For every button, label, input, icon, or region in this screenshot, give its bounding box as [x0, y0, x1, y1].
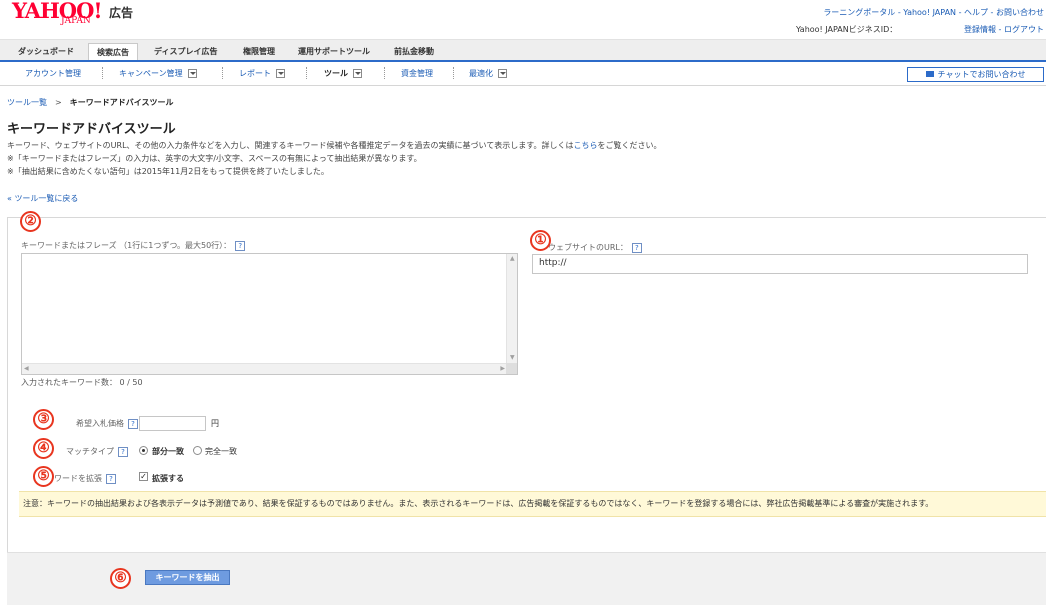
step-2-marker: ② [20, 211, 41, 232]
description-text: をご覧ください。 [597, 141, 662, 150]
breadcrumb: ツール一覧 > キーワードアドバイスツール [7, 97, 173, 108]
url-label: ウェブサイトのURL：? [548, 242, 642, 253]
subnav-report[interactable]: レポート [239, 68, 285, 79]
chat-button-label: チャットでお問い合わせ [937, 70, 1026, 79]
account-links[interactable]: 登録情報 - ログアウト [964, 24, 1044, 35]
description-line-2: ※「キーワードまたはフレーズ」の入力は、英字の大文字/小文字、スペースの有無によ… [7, 154, 422, 163]
subnav-account-management[interactable]: アカウント管理 [25, 68, 81, 79]
subnav-separator [453, 67, 454, 79]
chat-icon [925, 70, 934, 77]
help-icon[interactable]: ? [631, 242, 642, 253]
subnav-separator [306, 67, 307, 79]
logo-product: 広告 [109, 6, 134, 20]
match-exact-radio[interactable] [193, 446, 202, 455]
form-divider [7, 217, 1046, 218]
keyword-label-text: キーワードまたはフレーズ （1行に1つずつ。最大50行）： [21, 241, 232, 250]
step-5-marker: ⑤ [33, 466, 54, 487]
website-url-input[interactable]: http:// [532, 254, 1028, 274]
tab-operation-support[interactable]: 運用サポートツール [290, 43, 378, 61]
tab-display-ads[interactable]: ディスプレイ広告 [146, 43, 225, 61]
breadcrumb-separator: > [55, 98, 62, 107]
help-icon[interactable]: ? [235, 240, 246, 251]
dropdown-icon[interactable] [276, 69, 285, 78]
scroll-up-arrow[interactable]: ▲ [510, 256, 515, 262]
vertical-scrollbar[interactable]: ▲ ▼ [506, 254, 517, 363]
header-links[interactable]: ラーニングポータル - Yahoo! JAPAN - ヘルプ - お問い合わせ [823, 7, 1044, 18]
help-icon[interactable]: ? [118, 446, 128, 457]
keyword-textarea[interactable]: ▲ ▼ ◀ ▶ [21, 253, 518, 375]
match-type-label: マッチタイプ? [66, 446, 128, 457]
subnav-campaign-management[interactable]: キャンペーン管理 [119, 68, 197, 79]
dropdown-icon[interactable] [187, 69, 197, 78]
main-tabs: ダッシュボード 検索広告 ディスプレイ広告 権限管理 運用サポートツール 前払金… [0, 39, 1046, 62]
subnav-label: レポート [239, 69, 271, 78]
step-4-marker: ④ [33, 438, 54, 459]
dropdown-icon[interactable] [353, 69, 362, 78]
expand-checkbox[interactable]: ✓ [139, 472, 148, 481]
scroll-down-arrow[interactable]: ▼ [510, 355, 515, 361]
breadcrumb-current: キーワードアドバイスツール [69, 98, 174, 107]
match-partial-label[interactable]: 部分一致 [152, 446, 184, 457]
yen-unit: 円 [211, 419, 219, 428]
description-text: キーワード、ウェブサイトのURL、その他の入力条件などを入力し、関連するキーワー… [7, 141, 574, 150]
tab-prepayment-transfer[interactable]: 前払金移動 [386, 43, 442, 61]
chat-support-button[interactable]: チャットでお問い合わせ [907, 67, 1044, 82]
extract-keywords-button[interactable]: キーワードを抽出 [145, 570, 230, 585]
subnav-label: ツール [324, 69, 348, 78]
scroll-right-arrow[interactable]: ▶ [500, 366, 505, 372]
logo-sub: JAPAN [61, 16, 91, 26]
business-id-label: Yahoo! JAPANビジネスID： [796, 25, 898, 34]
subnav-label: 資金管理 [401, 69, 433, 78]
bid-price-input[interactable] [139, 416, 206, 431]
subnav-label: 最適化 [469, 69, 493, 78]
keyword-count: 入力されたキーワード数： 0 / 50 [21, 378, 143, 387]
sub-nav: アカウント管理 キャンペーン管理 レポート ツール 資金管理 最適化 [0, 62, 1046, 86]
breadcrumb-tools-list[interactable]: ツール一覧 [7, 98, 47, 107]
horizontal-scrollbar[interactable]: ◀ ▶ [22, 363, 507, 374]
expand-option-label[interactable]: 拡張する [152, 473, 184, 484]
back-to-tools-link[interactable]: « ツール一覧に戻る [7, 193, 78, 204]
keyword-label: キーワードまたはフレーズ （1行に1つずつ。最大50行）：? [21, 240, 246, 251]
tab-dashboard[interactable]: ダッシュボード [10, 43, 82, 61]
details-link[interactable]: こちら [574, 141, 598, 150]
tab-permissions[interactable]: 権限管理 [235, 43, 283, 61]
subnav-separator [384, 67, 385, 79]
match-partial-radio[interactable] [139, 446, 148, 455]
subnav-tools[interactable]: ツール [324, 68, 362, 79]
match-exact-label[interactable]: 完全一致 [205, 446, 237, 457]
subnav-optimization[interactable]: 最適化 [469, 68, 507, 79]
dropdown-icon[interactable] [498, 69, 507, 78]
step-1-marker: ① [530, 230, 551, 251]
subnav-label: キャンペーン管理 [119, 69, 183, 78]
url-label-text: ウェブサイトのURL： [548, 243, 628, 252]
subnav-label: アカウント管理 [25, 69, 81, 78]
match-type-label-text: マッチタイプ [66, 447, 114, 456]
help-icon[interactable]: ? [128, 418, 138, 429]
form-border [7, 217, 8, 553]
step-6-marker: ⑥ [110, 568, 131, 589]
description-line-3: ※「抽出結果に含めたくない語句」は2015年11月2日をもって提供を終了いたしま… [7, 167, 329, 176]
subnav-funds-management[interactable]: 資金管理 [401, 68, 433, 79]
step-3-marker: ③ [33, 409, 54, 430]
scroll-left-arrow[interactable]: ◀ [24, 366, 29, 372]
resize-handle[interactable] [506, 363, 517, 374]
notice-banner: 注意：キーワードの抽出結果および各表示データは予測値であり、結果を保証するもので… [19, 491, 1046, 517]
subnav-separator [102, 67, 103, 79]
bid-label: 希望入札価格? [76, 418, 138, 429]
subnav-separator [222, 67, 223, 79]
page-title: キーワードアドバイスツール [7, 122, 176, 137]
bid-label-text: 希望入札価格 [76, 419, 124, 428]
description-line-1: キーワード、ウェブサイトのURL、その他の入力条件などを入力し、関連するキーワー… [7, 140, 662, 151]
yahoo-ads-logo[interactable]: YAHOO! JAPAN 広告 [12, 0, 133, 26]
help-icon[interactable]: ? [106, 473, 116, 484]
